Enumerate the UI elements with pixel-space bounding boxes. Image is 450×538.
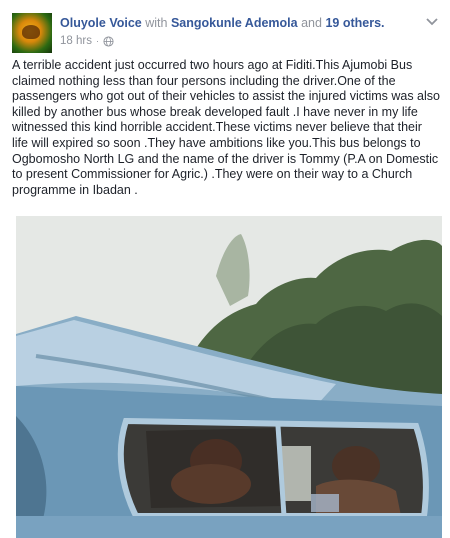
chevron-down-icon[interactable]: [426, 17, 438, 27]
post-header: Oluyole Voice with Sangokunle Ademola an…: [12, 13, 438, 53]
globe-icon[interactable]: [103, 35, 114, 47]
tagged-person-link[interactable]: Sangokunle Ademola: [171, 16, 298, 30]
meta-separator: ·: [95, 36, 99, 46]
with-word: with: [145, 16, 168, 30]
accident-photo-illustration: [16, 216, 442, 538]
post-body-text: A terrible accident just occurred two ho…: [12, 58, 440, 197]
and-word: and: [301, 16, 322, 30]
page-avatar[interactable]: [12, 13, 52, 53]
post-headline: Oluyole Voice with Sangokunle Ademola an…: [60, 15, 385, 31]
timestamp-link[interactable]: 18 hrs: [60, 35, 92, 47]
others-link[interactable]: 19 others.: [325, 16, 384, 30]
post-meta: 18 hrs ·: [60, 35, 114, 47]
page-name-link[interactable]: Oluyole Voice: [60, 16, 142, 30]
facebook-post: Oluyole Voice with Sangokunle Ademola an…: [0, 0, 450, 538]
post-photo[interactable]: [16, 216, 442, 538]
